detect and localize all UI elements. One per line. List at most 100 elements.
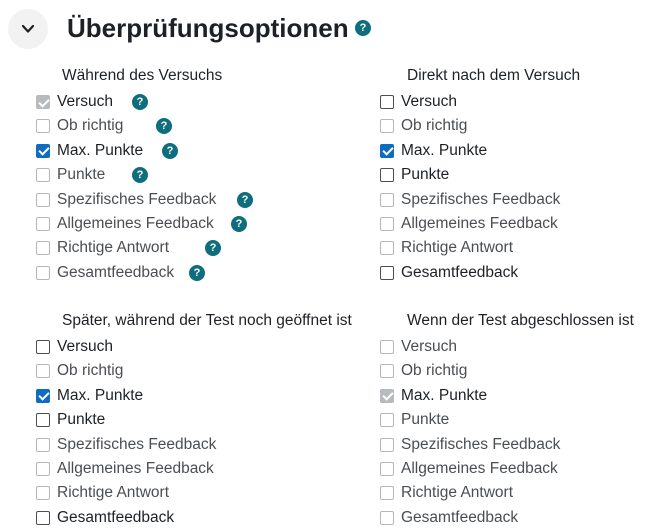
help-icon[interactable]: ? bbox=[162, 142, 178, 159]
option-checkbox[interactable] bbox=[380, 217, 394, 231]
option-label: Versuch bbox=[401, 93, 458, 110]
option-row[interactable]: Richtige Antwort? bbox=[36, 236, 221, 260]
help-icon[interactable]: ? bbox=[132, 167, 148, 184]
option-checkbox[interactable] bbox=[380, 462, 394, 476]
option-label: Punkte bbox=[57, 411, 106, 429]
option-label: Ob richtig bbox=[401, 362, 468, 380]
option-checkbox[interactable] bbox=[380, 265, 394, 280]
option-row[interactable]: Max. Punkte bbox=[380, 139, 487, 163]
help-icon[interactable]: ? bbox=[189, 264, 205, 281]
option-checkbox[interactable] bbox=[36, 486, 50, 501]
option-row[interactable]: Richtige Antwort bbox=[380, 481, 513, 505]
option-row[interactable]: Allgemeines Feedback bbox=[380, 457, 558, 481]
section-title: Überprüfungsoptionen bbox=[67, 13, 349, 43]
option-row[interactable]: Gesamtfeedback bbox=[380, 506, 518, 530]
option-row[interactable]: Versuch? bbox=[36, 90, 148, 114]
option-row[interactable]: Spezifisches Feedback? bbox=[36, 188, 253, 212]
option-row[interactable]: Versuch bbox=[380, 90, 457, 114]
option-label: Spezifisches Feedback bbox=[57, 435, 217, 453]
option-label: Ob richtig bbox=[401, 117, 468, 135]
option-label: Richtige Antwort bbox=[401, 484, 513, 502]
group-during-attempt: Während des Versuchs Versuch? Ob richtig? M… bbox=[36, 66, 336, 281]
option-checkbox[interactable] bbox=[36, 265, 50, 280]
option-checkbox[interactable] bbox=[380, 510, 394, 525]
option-label: Spezifisches Feedback bbox=[401, 435, 561, 453]
option-row[interactable]: Spezifisches Feedback bbox=[36, 433, 216, 457]
option-checkbox[interactable] bbox=[380, 486, 394, 501]
option-row[interactable]: Allgemeines Feedback bbox=[36, 457, 214, 481]
option-row[interactable]: Ob richtig? bbox=[36, 114, 172, 138]
option-checkbox[interactable] bbox=[36, 437, 50, 452]
option-row[interactable]: Max. Punkte bbox=[36, 384, 143, 408]
option-checkbox[interactable] bbox=[36, 192, 50, 207]
option-checkbox[interactable] bbox=[36, 143, 50, 158]
option-label: Max. Punkte bbox=[401, 386, 488, 404]
option-checkbox[interactable] bbox=[380, 437, 394, 452]
option-row[interactable]: Punkte bbox=[380, 408, 449, 432]
option-row[interactable]: Ob richtig bbox=[380, 114, 467, 138]
option-checkbox[interactable] bbox=[36, 388, 50, 403]
option-label: Spezifisches Feedback bbox=[57, 190, 217, 208]
option-row[interactable]: Ob richtig bbox=[380, 359, 467, 383]
option-checkbox[interactable] bbox=[380, 241, 394, 256]
option-checkbox[interactable] bbox=[36, 241, 50, 256]
option-checkbox[interactable] bbox=[36, 168, 50, 183]
option-checkbox[interactable] bbox=[36, 510, 50, 525]
help-icon[interactable]: ? bbox=[205, 240, 221, 257]
option-label: Versuch bbox=[401, 338, 458, 355]
option-row[interactable]: Versuch bbox=[36, 335, 113, 359]
collapse-toggle-button[interactable] bbox=[8, 9, 48, 49]
option-row[interactable]: Richtige Antwort bbox=[380, 236, 513, 260]
option-row[interactable]: Punkte bbox=[380, 163, 449, 187]
option-checkbox[interactable] bbox=[36, 119, 50, 134]
option-checkbox[interactable] bbox=[36, 340, 50, 354]
option-label: Gesamtfeedback bbox=[57, 508, 175, 526]
option-label: Gesamtfeedback bbox=[57, 263, 175, 281]
option-row[interactable]: Punkte bbox=[36, 408, 105, 432]
help-icon[interactable]: ? bbox=[237, 191, 253, 208]
option-row[interactable]: Spezifisches Feedback bbox=[380, 433, 560, 457]
option-row[interactable]: Spezifisches Feedback bbox=[380, 188, 560, 212]
option-checkbox[interactable] bbox=[380, 119, 394, 134]
option-row[interactable]: Versuch bbox=[380, 335, 457, 359]
option-checkbox[interactable] bbox=[380, 95, 394, 109]
help-icon[interactable]: ? bbox=[231, 216, 247, 232]
help-icon[interactable]: ? bbox=[132, 94, 148, 110]
option-row[interactable]: Ob richtig bbox=[36, 359, 123, 383]
option-row[interactable]: Gesamtfeedback? bbox=[36, 261, 205, 285]
help-icon[interactable]: ? bbox=[156, 118, 172, 135]
option-checkbox[interactable] bbox=[380, 340, 394, 354]
section-header: Überprüfungsoptionen ? bbox=[0, 0, 655, 60]
option-label: Gesamtfeedback bbox=[401, 263, 519, 281]
option-label: Punkte bbox=[401, 411, 450, 429]
option-checkbox[interactable] bbox=[380, 168, 394, 183]
option-checkbox[interactable] bbox=[36, 462, 50, 476]
option-checkbox[interactable] bbox=[380, 192, 394, 207]
option-row[interactable]: Gesamtfeedback bbox=[36, 506, 174, 530]
group-title: Wenn der Test abgeschlossen ist bbox=[407, 312, 634, 329]
option-label: Versuch bbox=[57, 338, 114, 355]
option-checkbox[interactable] bbox=[36, 413, 50, 428]
option-row[interactable]: Max. Punkte bbox=[380, 384, 487, 408]
option-row[interactable]: Gesamtfeedback bbox=[380, 261, 518, 285]
option-checkbox[interactable] bbox=[380, 143, 394, 158]
option-checkbox[interactable] bbox=[36, 217, 50, 231]
option-checkbox bbox=[36, 95, 50, 109]
chevron-down-icon bbox=[21, 24, 35, 33]
option-checkbox[interactable] bbox=[380, 413, 394, 428]
option-label: Richtige Antwort bbox=[401, 239, 513, 257]
group-title: Während des Versuchs bbox=[62, 67, 223, 84]
option-row[interactable]: Max. Punkte? bbox=[36, 139, 178, 163]
option-label: Gesamtfeedback bbox=[401, 508, 519, 526]
option-label: Ob richtig bbox=[57, 117, 124, 135]
option-row[interactable]: Allgemeines Feedback? bbox=[36, 212, 247, 236]
option-checkbox[interactable] bbox=[380, 364, 394, 379]
option-checkbox bbox=[380, 388, 394, 403]
section-help-icon[interactable]: ? bbox=[355, 20, 371, 36]
option-label: Punkte bbox=[401, 166, 450, 184]
option-row[interactable]: Allgemeines Feedback bbox=[380, 212, 558, 236]
option-row[interactable]: Punkte? bbox=[36, 163, 148, 187]
option-checkbox[interactable] bbox=[36, 364, 50, 379]
option-row[interactable]: Richtige Antwort bbox=[36, 481, 169, 505]
option-label: Punkte bbox=[57, 166, 106, 184]
